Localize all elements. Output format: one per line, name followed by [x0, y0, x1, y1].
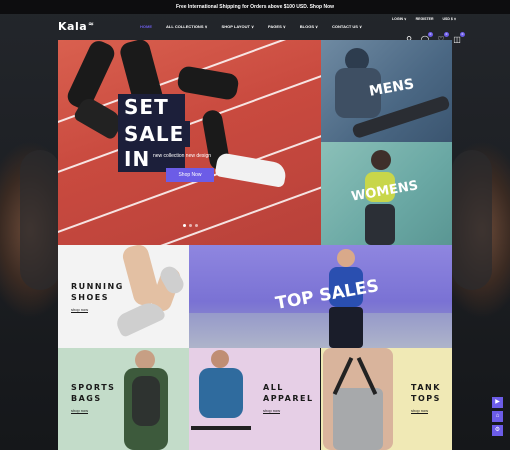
backpack-image — [132, 376, 160, 426]
nav-all-collections[interactable]: ALL COLLECTIONS ∨ — [166, 24, 208, 29]
sports-shop-now-link[interactable]: shop now — [71, 408, 89, 414]
running-shoes-tile[interactable]: RUNNING SHOES shop now — [58, 245, 189, 348]
model-head-image — [135, 350, 155, 370]
currency-select[interactable]: USD $ ∨ — [443, 17, 457, 21]
running-shoes-title: RUNNING SHOES — [71, 281, 124, 303]
account-links: LOGIN ∨ REGISTER USD $ ∨ — [392, 17, 456, 21]
wishlist-badge: 0 — [444, 32, 449, 37]
top-sales-tile[interactable]: TOP SALES — [189, 245, 452, 348]
hero-shop-now-button[interactable]: Shop Now — [166, 168, 214, 182]
all-apparel-tile[interactable]: ALL APPAREL shop now — [189, 348, 320, 450]
side-toolbar: ▶ ⌂ ⚙ — [492, 397, 503, 436]
apparel-shop-now-link[interactable]: shop now — [263, 408, 281, 414]
model-shorts-image — [329, 307, 363, 348]
slider-dot[interactable] — [183, 224, 186, 227]
logo-mark-icon: ≈ — [88, 20, 95, 28]
apparel-title-line2: APPAREL — [263, 394, 314, 403]
runner-leg-image — [176, 64, 240, 102]
nav-pages[interactable]: PAGES ∨ — [268, 24, 286, 29]
slider-dot[interactable] — [195, 224, 198, 227]
all-apparel-title: ALL APPAREL — [263, 382, 314, 404]
bicycle-handlebar-image — [191, 426, 251, 430]
womens-tile[interactable]: WOMENS — [321, 142, 452, 245]
top-sales-label: TOP SALES — [274, 276, 381, 314]
announcement-text[interactable]: Free International Shipping for Orders a… — [176, 0, 334, 14]
nav-blogs[interactable]: BLOGS ∨ — [300, 24, 318, 29]
tank-title-line1: TANK — [411, 383, 441, 392]
slider-dot[interactable] — [189, 224, 192, 227]
settings-icon[interactable]: ⚙ — [492, 425, 503, 436]
model-head-image — [211, 350, 229, 368]
announcement-bar[interactable]: Free International Shipping for Orders a… — [0, 0, 510, 14]
login-link[interactable]: LOGIN ∨ — [392, 17, 407, 21]
user-badge: 0 — [428, 32, 433, 37]
hero-title-line2: SALE — [118, 121, 191, 147]
logo-text[interactable]: Kala — [58, 20, 87, 33]
main-nav: HOME ALL COLLECTIONS ∨ SHOP LAYOUT ∨ PAG… — [140, 24, 376, 29]
register-link[interactable]: REGISTER — [416, 17, 434, 21]
sea-background-image — [189, 313, 452, 348]
nav-shop-layout[interactable]: SHOP LAYOUT ∨ — [222, 24, 255, 29]
home-icon[interactable]: ⌂ — [492, 411, 503, 422]
cart-icon[interactable]: ◫ 0 — [452, 32, 465, 45]
sports-bags-tile[interactable]: SPORTS BAGS shop now — [58, 348, 189, 450]
logo[interactable]: Kala≈ — [58, 20, 95, 33]
nav-contact-us[interactable]: CONTACT US ∨ — [332, 24, 362, 29]
running-shop-now-link[interactable]: shop now — [71, 307, 89, 313]
hero-subtitle: new collection new design — [153, 153, 212, 159]
background-athlete-left — [20, 150, 60, 290]
sports-title-line2: BAGS — [71, 394, 102, 403]
model-head-image — [371, 150, 391, 170]
sports-bags-title: SPORTS BAGS — [71, 382, 115, 404]
slider-dots — [183, 224, 198, 227]
tank-tops-title: TANK TOPS — [411, 382, 441, 404]
mens-tile[interactable]: MENS — [321, 40, 452, 142]
background-athlete-right — [452, 150, 492, 290]
sports-title-line1: SPORTS — [71, 383, 116, 392]
site-header: Kala≈ HOME ALL COLLECTIONS ∨ SHOP LAYOUT… — [0, 14, 510, 44]
cart-badge: 0 — [460, 32, 465, 37]
runner-shoe-image — [214, 152, 288, 188]
hero-banner[interactable]: SET NEW IN SALE new collection new desig… — [58, 40, 321, 245]
model-leggings-image — [365, 204, 395, 245]
nav-home[interactable]: HOME — [140, 24, 152, 29]
tank-title-line2: TOPS — [411, 394, 441, 403]
model-head-image — [337, 249, 355, 267]
tank-shop-now-link[interactable]: shop now — [411, 408, 429, 414]
apparel-title-line1: ALL — [263, 383, 284, 392]
track-lane-line — [58, 176, 321, 245]
model-shirt-image — [199, 368, 243, 418]
play-icon[interactable]: ▶ — [492, 397, 503, 408]
tank-top-image — [333, 388, 383, 450]
running-title-line2: SHOES — [71, 293, 109, 302]
tank-tops-tile[interactable]: TANK TOPS shop now — [321, 348, 452, 450]
running-title-line1: RUNNING — [71, 282, 124, 291]
